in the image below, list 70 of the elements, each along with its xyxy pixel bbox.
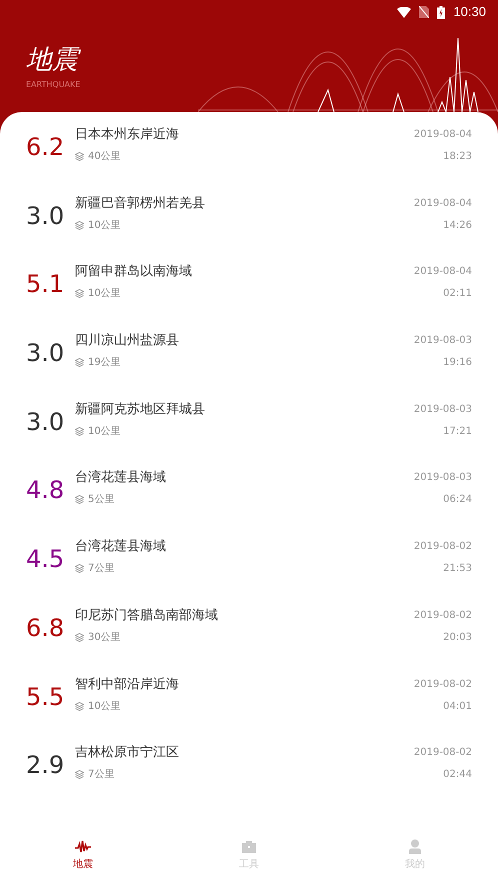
layers-icon: [75, 426, 84, 436]
quake-date: 2019-08-02: [414, 540, 472, 554]
depth: 10公里: [88, 700, 121, 714]
magnitude: 3.0: [25, 338, 66, 370]
page-title: 地震: [26, 44, 498, 76]
depth: 7公里: [88, 562, 114, 576]
place-name: 日本本州东岸近海: [75, 126, 180, 144]
briefcase-icon: [241, 840, 257, 854]
layers-icon: [75, 495, 84, 504]
layers-icon: [75, 220, 84, 230]
magnitude: 6.8: [25, 612, 66, 644]
depth: 7公里: [88, 768, 114, 782]
layers-icon: [75, 289, 84, 298]
place-name: 台湾花莲县海域: [75, 469, 167, 488]
quake-time: 18:23: [443, 150, 472, 164]
quake-date: 2019-08-03: [414, 402, 472, 417]
person-icon: [408, 839, 422, 854]
quake-time: 02:44: [443, 768, 472, 782]
quake-time: 21:53: [443, 562, 472, 576]
layers-icon: [75, 770, 84, 780]
layers-icon: [75, 358, 84, 368]
magnitude: 4.5: [25, 544, 66, 576]
depth: 30公里: [88, 630, 121, 645]
place-name: 台湾花莲县海域: [75, 538, 167, 556]
battery-icon: [437, 6, 446, 18]
quake-time: 04:01: [443, 700, 472, 714]
magnitude: 5.5: [25, 682, 66, 712]
nav-tab[interactable]: 地震: [0, 830, 166, 887]
quake-date: 2019-08-02: [414, 746, 472, 760]
layers-icon: [75, 564, 84, 574]
quake-time: 19:16: [443, 356, 472, 370]
place-name: 四川凉山州盐源县: [75, 332, 180, 350]
quake-date: 2019-08-02: [414, 678, 472, 692]
no-sim-icon: [419, 6, 430, 18]
quake-date: 2019-08-04: [414, 128, 472, 142]
depth: 10公里: [88, 218, 121, 233]
magnitude: 6.2: [25, 132, 66, 163]
layers-icon: [75, 632, 84, 642]
quake-date: 2019-08-04: [414, 265, 472, 280]
quake-time: 20:03: [443, 630, 472, 645]
place-name: 新疆阿克苏地区拜城县: [75, 400, 206, 419]
magnitude: 5.1: [25, 269, 66, 300]
depth: 10公里: [88, 424, 121, 439]
quake-date: 2019-08-03: [414, 334, 472, 348]
quake-time: 14:26: [443, 218, 472, 233]
magnitude: 3.0: [25, 200, 66, 232]
layers-icon: [75, 152, 84, 161]
depth: 40公里: [88, 150, 121, 164]
quake-date: 2019-08-04: [414, 196, 472, 211]
magnitude: 3.0: [25, 406, 66, 438]
quake-time: 06:24: [443, 493, 472, 508]
depth: 5公里: [88, 493, 114, 508]
page-subtitle: EARTHQUAKE: [26, 79, 82, 91]
pulse-icon: [75, 840, 91, 854]
place-name: 吉林松原市宁江区: [75, 744, 180, 762]
depth: 19公里: [88, 356, 121, 370]
quake-date: 2019-08-02: [414, 608, 472, 623]
wifi-icon: [397, 6, 412, 18]
quake-time: 02:11: [443, 287, 472, 302]
place-name: 新疆巴音郭楞州若羌县: [75, 194, 206, 213]
place-name: 印尼苏门答腊岛南部海域: [75, 606, 219, 625]
quake-time: 17:21: [443, 424, 472, 439]
place-name: 智利中部沿岸近海: [75, 676, 180, 694]
status-time: 10:30: [453, 3, 486, 22]
depth: 10公里: [88, 287, 121, 302]
magnitude: 4.8: [25, 475, 66, 506]
layers-icon: [75, 702, 84, 710]
place-name: 阿留申群岛以南海域: [75, 263, 193, 282]
magnitude: 2.9: [25, 750, 66, 782]
quake-date: 2019-08-03: [414, 471, 472, 486]
